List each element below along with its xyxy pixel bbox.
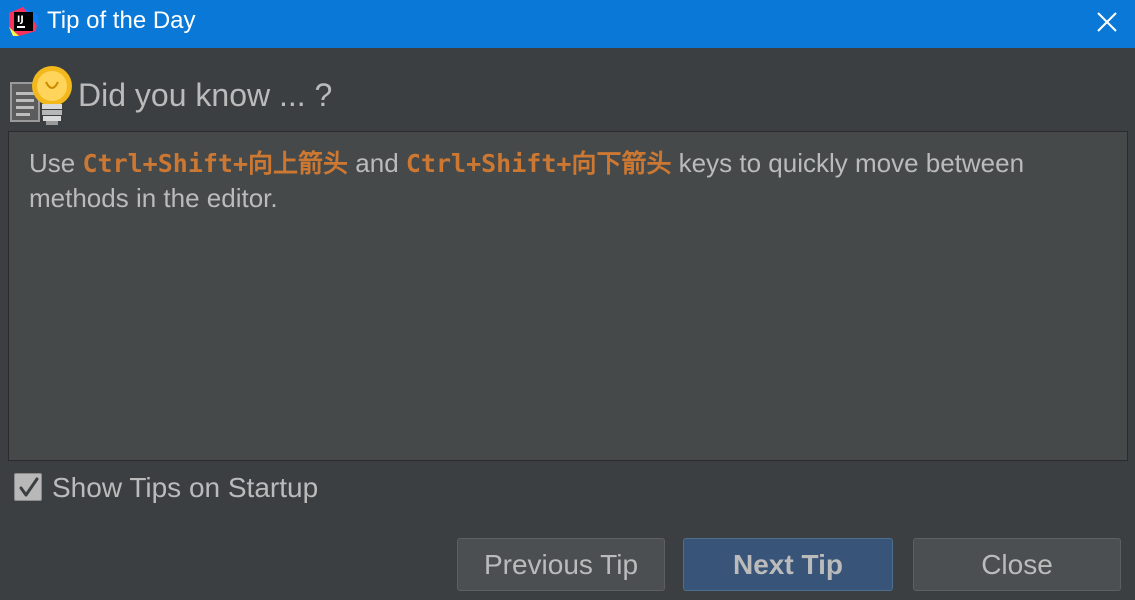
title-bar: IJ Tip of the Day: [0, 0, 1135, 48]
tip-panel: Use Ctrl+Shift+向上箭头 and Ctrl+Shift+向下箭头 …: [8, 131, 1128, 461]
shortcut-move-down: Ctrl+Shift+向下箭头: [405, 149, 672, 178]
intellij-idea-icon: IJ: [9, 7, 38, 36]
window-title: Tip of the Day: [47, 7, 196, 34]
dialog-heading: Did you know ... ?: [78, 77, 333, 113]
previous-tip-button[interactable]: Previous Tip: [457, 538, 665, 591]
lightbulb-icon: [8, 64, 76, 126]
next-tip-button[interactable]: Next Tip: [683, 538, 893, 591]
tip-text: Use Ctrl+Shift+向上箭头 and Ctrl+Shift+向下箭头 …: [29, 146, 1089, 215]
tip-text-middle: and: [348, 148, 406, 178]
shortcut-move-up: Ctrl+Shift+向上箭头: [82, 149, 349, 178]
show-tips-label: Show Tips on Startup: [52, 472, 319, 503]
tip-text-prefix: Use: [29, 148, 83, 178]
close-button[interactable]: Close: [913, 538, 1121, 591]
close-icon[interactable]: [1093, 8, 1121, 36]
checkbox-checked-icon[interactable]: [14, 473, 42, 501]
svg-text:IJ: IJ: [17, 15, 24, 25]
